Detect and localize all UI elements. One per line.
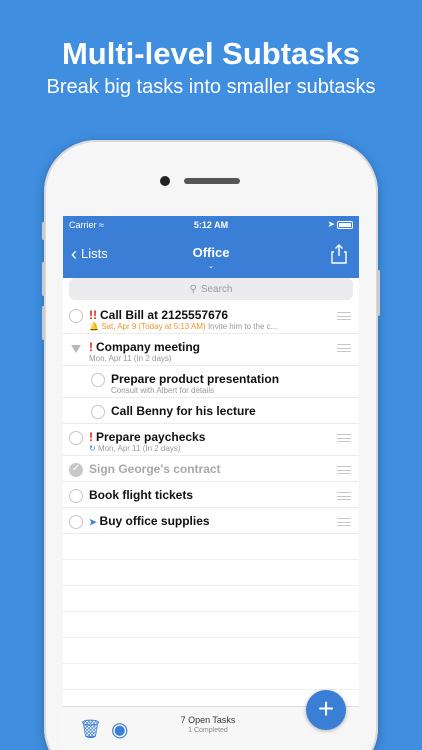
power-button: [377, 270, 380, 316]
task-counts: 7 Open Tasks 1 Completed: [153, 715, 263, 734]
alarm-icon: 🔔: [89, 322, 99, 331]
empty-row: [63, 612, 359, 638]
task-title: ! Prepare paychecks: [89, 430, 206, 444]
priority-icon: !: [89, 340, 93, 354]
status-bar: Carrier ≈ 5:12 AM ➤: [63, 216, 359, 234]
eye-icon[interactable]: ◉: [111, 717, 128, 742]
completed-count: 1 Completed: [188, 727, 228, 734]
drag-handle-icon[interactable]: [337, 492, 351, 500]
drag-handle-icon[interactable]: [337, 466, 351, 474]
empty-row: [63, 638, 359, 664]
plus-icon: +: [317, 693, 335, 724]
task-note: Invite him to the c...: [207, 322, 278, 331]
task-row[interactable]: Book flight tickets: [63, 482, 359, 508]
task-row[interactable]: ! Prepare paychecks ↻ Mon, Apr 11 (In 2 d…: [63, 424, 359, 456]
search-icon: ⚲: [189, 283, 197, 295]
drag-handle-icon[interactable]: [337, 344, 351, 352]
priority-icon: !: [89, 430, 93, 444]
task-checkbox[interactable]: [69, 489, 83, 503]
navigation-bar: ‹ Lists Office ⌄: [63, 234, 359, 278]
task-title: Sign George's contract: [89, 462, 221, 476]
volume-down-button: [42, 306, 45, 340]
promo-subline: Break big tasks into smaller subtasks: [46, 76, 376, 98]
task-due: Sat, Apr 9 (Today at 5:13 AM): [101, 322, 206, 331]
drag-handle-icon[interactable]: [337, 312, 351, 320]
search-input[interactable]: ⚲ Search: [69, 278, 353, 300]
status-time: 5:12 AM: [193, 220, 229, 230]
task-title: !! Call Bill at 2125557676: [89, 308, 229, 322]
share-icon[interactable]: [331, 244, 347, 264]
add-task-button[interactable]: +: [306, 690, 346, 730]
empty-row: [63, 664, 359, 690]
battery-icon: [337, 221, 353, 229]
task-checkbox[interactable]: [91, 373, 105, 387]
repeat-icon: ↻: [89, 444, 96, 453]
location-arrow-icon: ➤: [89, 517, 97, 527]
search-placeholder: Search: [200, 283, 233, 295]
earpiece-speaker: [184, 178, 240, 184]
location-icon: ➤: [327, 219, 335, 229]
task-row[interactable]: ➤ Buy office supplies: [63, 508, 359, 534]
list-title[interactable]: Office: [63, 245, 359, 260]
volume-up-button: [42, 262, 45, 296]
front-camera: [160, 176, 170, 186]
subtask-row[interactable]: Prepare product presentation Consult wit…: [63, 366, 359, 398]
chevron-down-icon: ⌄: [208, 263, 214, 270]
task-row[interactable]: ! Company meeting Mon, Apr 11 (In 2 days): [63, 334, 359, 366]
drag-handle-icon[interactable]: [337, 434, 351, 442]
task-due: Mon, Apr 11 (In 2 days): [97, 444, 181, 453]
task-title: Prepare product presentation: [111, 372, 280, 386]
task-note: Consult with Albert for details: [111, 386, 215, 395]
subtask-row[interactable]: Call Benny for his lecture: [63, 398, 359, 424]
empty-row: [63, 560, 359, 586]
task-checkbox[interactable]: [69, 309, 83, 323]
promo-headline: Multi-level Subtasks: [61, 36, 361, 71]
task-title: Call Benny for his lecture: [111, 404, 256, 418]
task-title: ➤ Buy office supplies: [89, 514, 210, 528]
open-tasks-count: 7 Open Tasks: [180, 715, 236, 725]
task-meta: ↻ Mon, Apr 11 (In 2 days): [89, 444, 181, 453]
collapse-triangle-icon[interactable]: [71, 345, 81, 353]
app-screen: Carrier ≈ 5:12 AM ➤ ‹ Lists Office ⌄ ⚲ S…: [63, 216, 359, 750]
task-checkbox[interactable]: [69, 431, 83, 445]
task-row[interactable]: Sign George's contract: [63, 456, 359, 482]
empty-row: [63, 586, 359, 612]
task-title: Book flight tickets: [89, 488, 194, 502]
task-checkbox[interactable]: [91, 405, 105, 419]
task-due: Mon, Apr 11 (In 2 days): [89, 354, 172, 363]
task-title: ! Company meeting: [89, 340, 201, 354]
drag-handle-icon[interactable]: [337, 518, 351, 526]
task-row[interactable]: !! Call Bill at 2125557676 🔔 Sat, Apr 9 (…: [63, 302, 359, 334]
trash-icon[interactable]: 🗑: [79, 719, 102, 740]
task-meta: 🔔 Sat, Apr 9 (Today at 5:13 AM) Invite h…: [89, 322, 277, 331]
mute-switch: [42, 222, 45, 240]
task-checkbox-checked[interactable]: [69, 463, 83, 477]
empty-row: [63, 534, 359, 560]
priority-icon: !!: [89, 308, 97, 322]
search-container: ⚲ Search: [63, 278, 359, 300]
task-list: !! Call Bill at 2125557676 🔔 Sat, Apr 9 (…: [63, 302, 359, 716]
task-checkbox[interactable]: [69, 515, 83, 529]
